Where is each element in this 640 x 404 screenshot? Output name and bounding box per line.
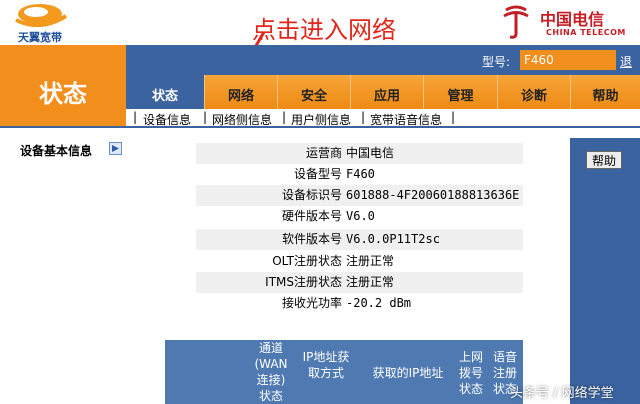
wan-col-ip-method: IP地址获 取方式 bbox=[302, 350, 350, 380]
tab-security[interactable]: 安全 bbox=[277, 75, 350, 109]
right-panel bbox=[570, 138, 640, 404]
info-row-device-model: 设备型号 F460 bbox=[196, 164, 523, 185]
info-label: 接收光功率 bbox=[281, 296, 342, 310]
tab-management[interactable]: 管理 bbox=[423, 75, 497, 109]
info-value: 中国电信 bbox=[346, 146, 395, 160]
carrier-name-en: CHINA TELECOM bbox=[546, 28, 626, 37]
tab-application[interactable]: 应用 bbox=[350, 75, 423, 109]
china-telecom-logo-icon bbox=[503, 5, 529, 39]
info-value: F460 bbox=[346, 167, 375, 181]
info-row-rx-optical-power: 接收光功率 -20.2 dBm bbox=[196, 293, 523, 314]
info-row-software-version: 软件版本号 V6.0.0P11T2sc bbox=[196, 229, 523, 250]
info-row-itms-status: ITMS注册状态 注册正常 bbox=[196, 272, 523, 293]
info-value: 注册正常 bbox=[346, 275, 395, 289]
info-label: 软件版本号 bbox=[281, 232, 342, 246]
tab-help[interactable]: 帮助 bbox=[570, 75, 640, 109]
subnav-separator: | bbox=[282, 110, 287, 124]
subnav-separator: | bbox=[133, 110, 138, 124]
info-value: V6.0.0P11T2sc bbox=[346, 232, 440, 246]
info-label: OLT注册状态 bbox=[272, 254, 342, 268]
wan-col-dialup-status: 上网 拨号 状态 bbox=[458, 350, 483, 396]
brand-logo-text: 天翼宽带 bbox=[18, 31, 62, 44]
info-label: 硬件版本号 bbox=[281, 209, 342, 223]
info-value: V6.0 bbox=[346, 209, 375, 223]
tab-status[interactable]: 状态 bbox=[126, 75, 204, 109]
info-value: 注册正常 bbox=[346, 254, 395, 268]
subnav-separator: | bbox=[203, 110, 208, 124]
info-label: 运营商 bbox=[305, 146, 342, 160]
help-button[interactable]: 帮助 bbox=[586, 151, 622, 169]
info-row-olt-status: OLT注册状态 注册正常 bbox=[196, 251, 523, 272]
subnav-separator: | bbox=[361, 110, 366, 124]
watermark: 头条号 / 网络学堂 bbox=[510, 386, 614, 401]
info-label: 设备标识号 bbox=[281, 188, 342, 202]
model-label: 型号: bbox=[482, 55, 511, 69]
info-value: 601888-4F20060188813636E bbox=[346, 188, 520, 202]
tab-network[interactable]: 网络 bbox=[204, 75, 277, 109]
carrier-name: 中国电信 bbox=[540, 10, 605, 29]
wan-col-obtained-ip: 获取的IP地址 bbox=[372, 366, 444, 380]
info-label: ITMS注册状态 bbox=[265, 275, 342, 289]
sidebar-item-device-basic-info[interactable]: 设备基本信息 bbox=[20, 142, 92, 159]
tab-diagnostics[interactable]: 诊断 bbox=[497, 75, 570, 109]
info-row-device-id: 设备标识号 601888-4F20060188813636E bbox=[196, 185, 523, 206]
exit-link[interactable]: 退 bbox=[620, 53, 632, 70]
info-row-hardware-version: 硬件版本号 V6.0 bbox=[196, 206, 523, 227]
arrow-right-icon bbox=[109, 142, 122, 155]
subnav-separator: | bbox=[451, 110, 456, 124]
model-value: F460 bbox=[520, 50, 616, 70]
info-row-carrier: 运营商 中国电信 bbox=[196, 143, 523, 164]
annotation-text: 点击进入网络 bbox=[252, 16, 396, 44]
wan-col-channel-status: 通道 (WAN 连接) 状态 bbox=[254, 341, 288, 403]
page-title: 状态 bbox=[39, 80, 87, 108]
header-divider bbox=[0, 126, 640, 128]
info-label: 设备型号 bbox=[293, 167, 342, 181]
info-value: -20.2 dBm bbox=[346, 296, 412, 310]
